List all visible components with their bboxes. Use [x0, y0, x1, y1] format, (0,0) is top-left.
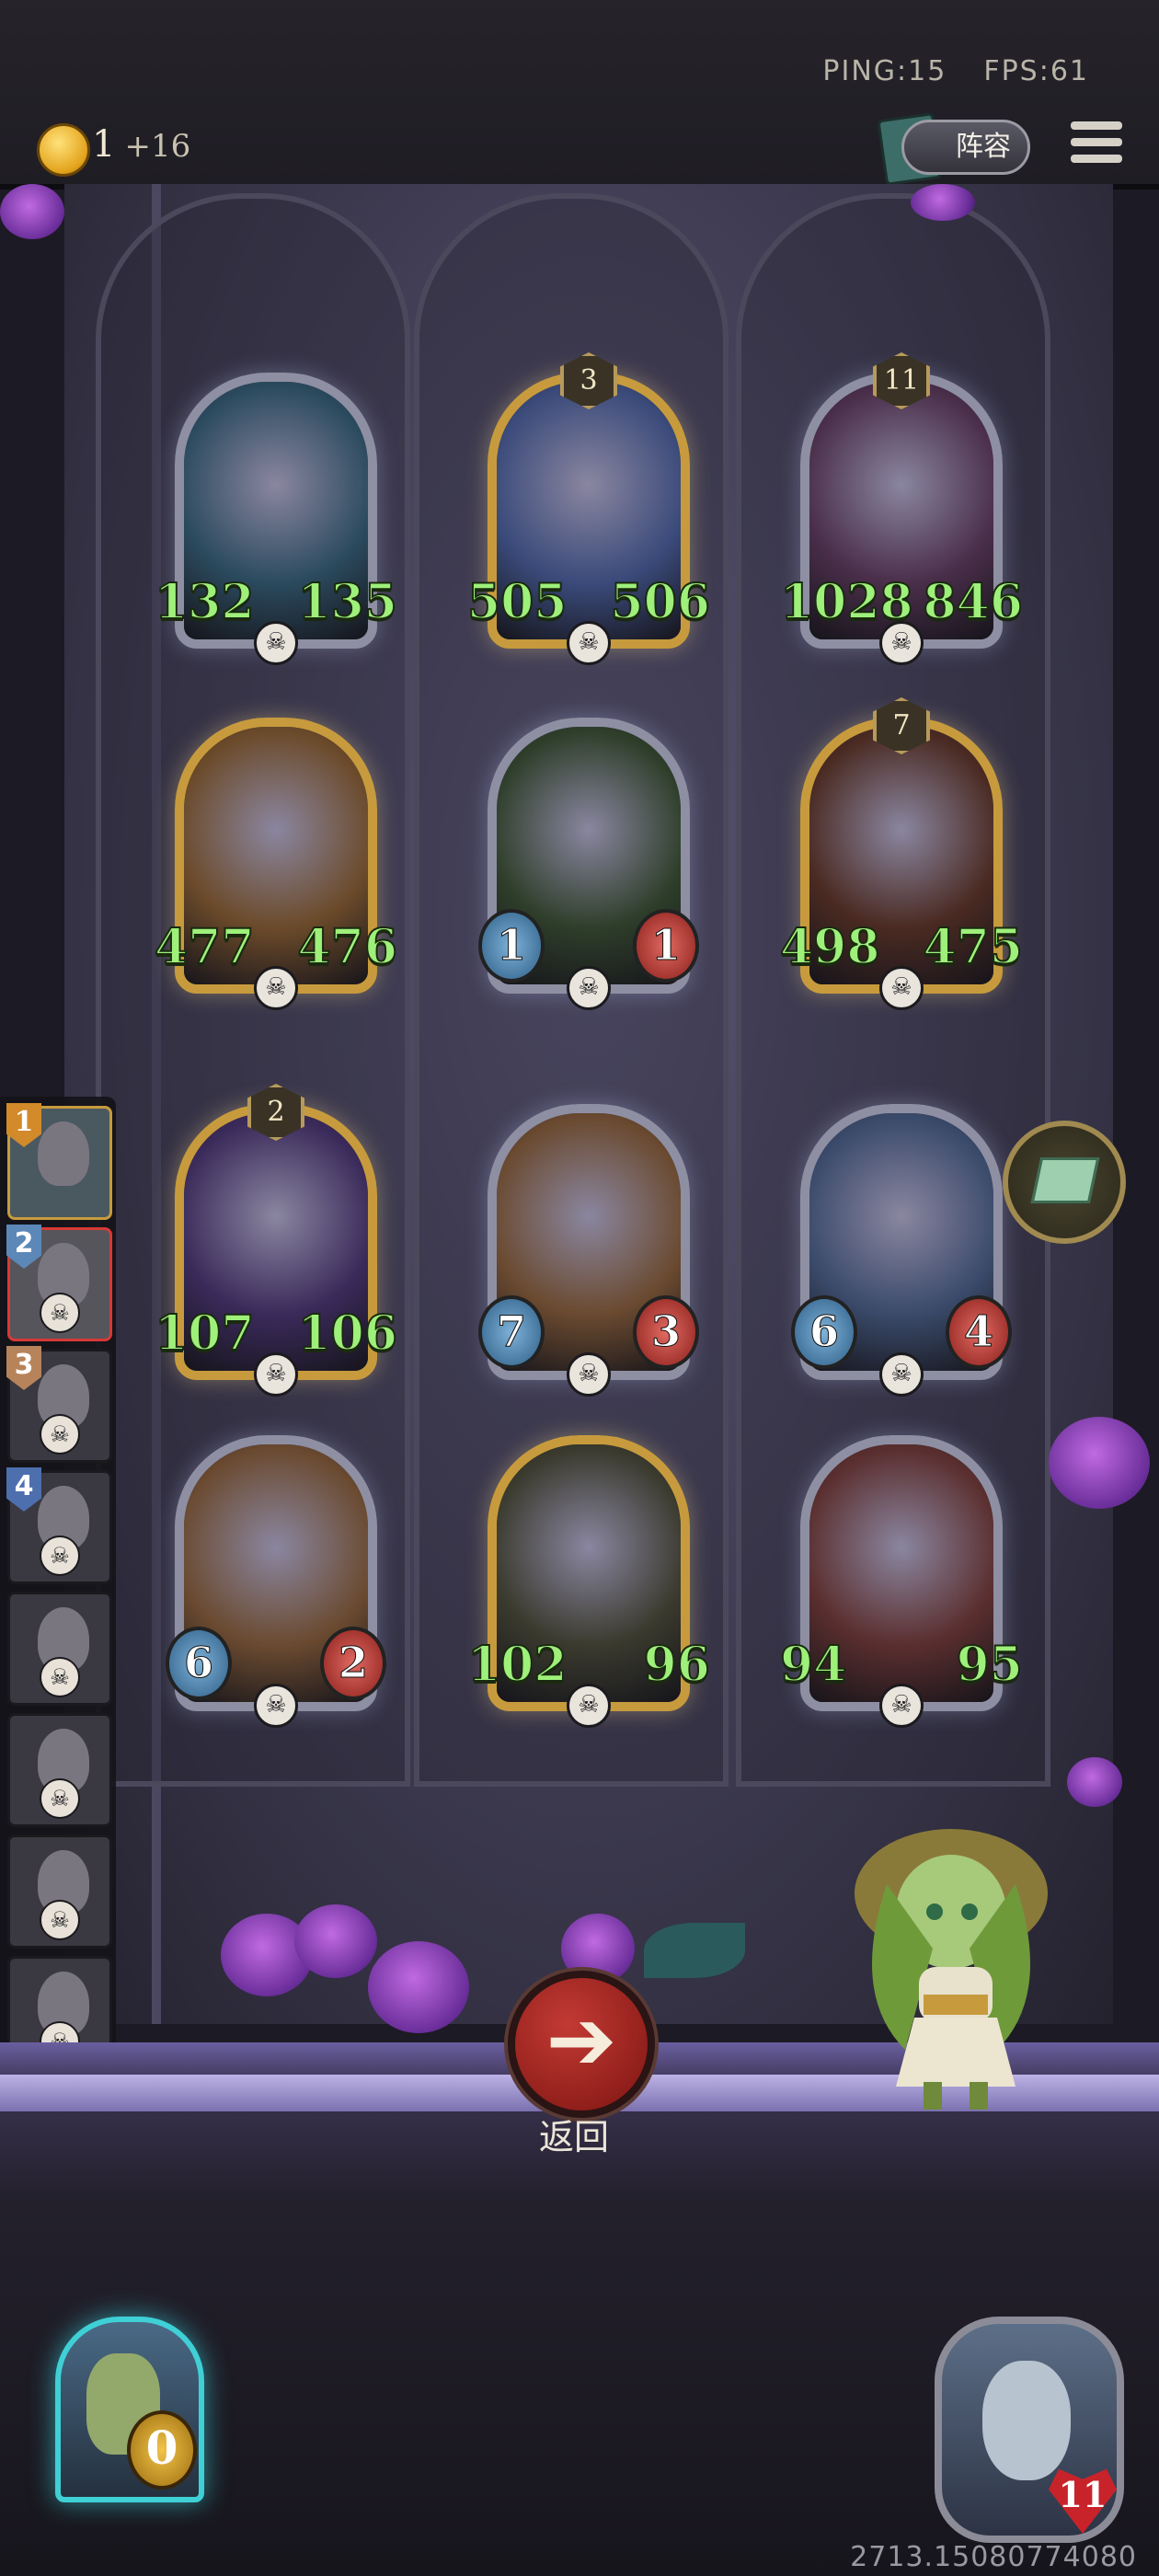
unit-health: 506 [609, 573, 711, 631]
skull-icon: ☠ [40, 1778, 80, 1819]
skull-icon: ☠ [567, 966, 611, 1010]
skull-icon: ☠ [567, 1684, 611, 1728]
unit-health: 475 [922, 918, 1024, 976]
back-button[interactable]: ➔ [508, 1971, 655, 2118]
gold-coin-icon [37, 123, 90, 177]
unit-card-wizard[interactable]: 3 505 506 ☠ [466, 352, 711, 665]
skull-icon: ☠ [40, 1293, 80, 1333]
skull-icon: ☠ [254, 966, 298, 1010]
unit-health: 2 [320, 1627, 386, 1700]
unit-attack: 1 [478, 909, 545, 983]
roster-slot[interactable]: 1 [6, 1103, 112, 1220]
unit-card-armored-knight[interactable]: 6 4 ☠ [791, 1104, 1012, 1397]
lineup-button[interactable]: 阵容 [901, 120, 1030, 175]
dryad-character [855, 1829, 1048, 2110]
gold-income: +16 [124, 128, 191, 165]
roster-rank: 2 [6, 1225, 41, 1269]
player-roster: 1 2 ☠ 3 ☠ 4 ☠ ☠ ☠ ☠ ☠ [0, 1097, 116, 2088]
skull-icon: ☠ [254, 1684, 298, 1728]
unit-attack: 6 [166, 1627, 232, 1700]
skull-icon: ☠ [254, 621, 298, 665]
skull-icon: ☠ [879, 966, 924, 1010]
rose-decoration [0, 184, 64, 239]
network-stats: PING:15 FPS:61 [786, 55, 1089, 87]
opponent-portrait [982, 2361, 1071, 2480]
unit-attack: 505 [466, 573, 568, 631]
player-coin-badge: 0 [127, 2410, 197, 2490]
rose-decoration [911, 184, 975, 221]
menu-icon[interactable] [1071, 121, 1122, 171]
unit-health: 96 [643, 1636, 711, 1694]
unit-health: 846 [922, 573, 1024, 631]
unit-card-clockwork[interactable]: 2 107 106 ☠ [154, 1084, 398, 1397]
unit-attack: 107 [154, 1305, 256, 1363]
unit-card-witch[interactable]: 1 1 ☠ [478, 718, 699, 1010]
roster-slot[interactable]: ☠ [7, 1834, 112, 1949]
roster-slot[interactable]: 3 ☠ [6, 1346, 112, 1463]
unit-card-octopus[interactable]: 11 1028 846 ☠ [779, 352, 1024, 665]
unit-card-priest[interactable]: 7 3 ☠ [478, 1104, 699, 1397]
game-screen: PING:15 FPS:61 1 +16 阵容 132 135 ☠ 3 505 506 ☠ 11 1… [0, 0, 1159, 2576]
unit-card-shield-knight[interactable]: 7 498 475 ☠ [779, 697, 1024, 1010]
unit-health: 3 [633, 1295, 699, 1369]
roster-slot[interactable]: 2 ☠ [6, 1225, 112, 1341]
unit-health: 1 [633, 909, 699, 983]
gem-icon [1030, 1157, 1100, 1203]
unit-health: 4 [946, 1295, 1012, 1369]
rose-decoration [294, 1904, 377, 1978]
unit-health: 106 [296, 1305, 398, 1363]
skull-icon: ☠ [567, 621, 611, 665]
skull-icon: ☠ [567, 1352, 611, 1397]
unit-card-pirate[interactable]: 94 95 ☠ [779, 1435, 1024, 1728]
ping-text: PING:15 [822, 55, 947, 87]
unit-attack: 94 [779, 1636, 847, 1694]
leaf-decoration [644, 1923, 745, 1978]
unit-attack: 6 [791, 1295, 857, 1369]
item-slot-button[interactable] [1003, 1121, 1126, 1244]
unit-card-scarecrow[interactable]: 477 476 ☠ [154, 718, 398, 1010]
rose-decoration [1067, 1757, 1122, 1807]
skull-icon: ☠ [40, 1535, 80, 1576]
unit-attack: 498 [779, 918, 881, 976]
roster-rank: 1 [6, 1103, 41, 1147]
skull-icon: ☠ [40, 1900, 80, 1940]
roster-slot[interactable]: 4 ☠ [6, 1467, 112, 1584]
skull-icon: ☠ [879, 1684, 924, 1728]
rose-decoration [368, 1941, 469, 2033]
roster-slot[interactable]: ☠ [7, 1713, 112, 1827]
unit-attack: 132 [154, 573, 256, 631]
fps-text: FPS:61 [983, 55, 1089, 87]
top-hud: PING:15 FPS:61 1 +16 阵容 [0, 0, 1159, 190]
unit-attack: 477 [154, 918, 256, 976]
roster-slot[interactable]: ☠ [7, 1592, 112, 1706]
skull-icon: ☠ [254, 1352, 298, 1397]
skull-icon: ☠ [40, 1657, 80, 1697]
back-label: 返回 [538, 2117, 609, 2157]
unit-health: 95 [956, 1636, 1024, 1694]
unit-health: 135 [296, 573, 398, 631]
coordinate-readout: 2713.15080774080 [850, 2541, 1137, 2573]
gold-counter: 1 +16 [92, 123, 190, 166]
skull-icon: ☠ [40, 1414, 80, 1455]
unit-card-vampire[interactable]: 132 135 ☠ [154, 373, 398, 665]
roster-rank: 4 [6, 1467, 41, 1512]
rose-decoration [1049, 1417, 1150, 1509]
roster-portrait [38, 1121, 89, 1186]
arrow-left-icon: ➔ [545, 1991, 617, 2089]
skull-icon: ☠ [879, 621, 924, 665]
unit-attack: 102 [466, 1636, 568, 1694]
unit-card-gunslinger[interactable]: 102 96 ☠ [466, 1435, 711, 1728]
unit-attack: 7 [478, 1295, 545, 1369]
unit-card-priest-2[interactable]: 6 2 ☠ [166, 1435, 386, 1728]
roster-rank: 3 [6, 1346, 41, 1390]
gold-amount: 1 [92, 123, 116, 166]
unit-health: 476 [296, 918, 398, 976]
skull-icon: ☠ [879, 1352, 924, 1397]
